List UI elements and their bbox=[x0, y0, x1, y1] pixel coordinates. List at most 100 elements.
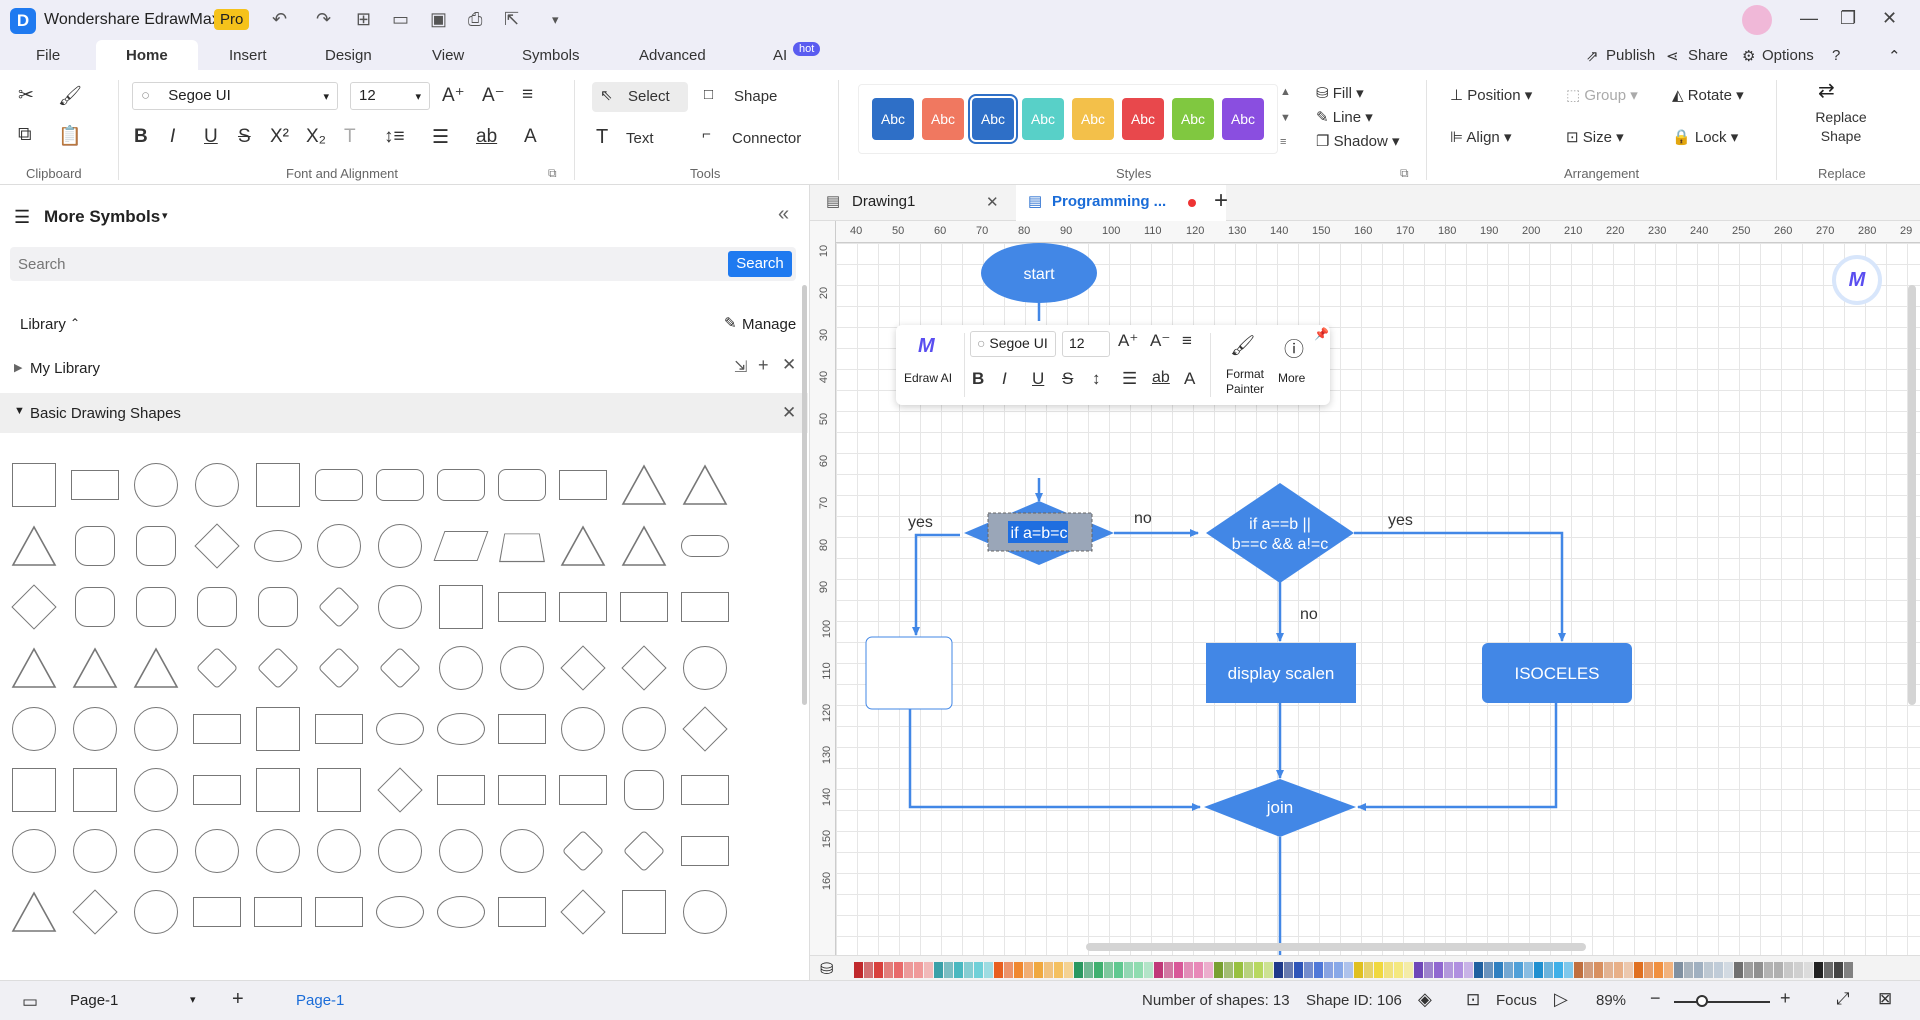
add-tab-icon[interactable]: + bbox=[1214, 187, 1228, 215]
library-shape[interactable] bbox=[378, 829, 422, 873]
menu-ai[interactable]: AI bbox=[773, 47, 787, 64]
palette-color[interactable] bbox=[1024, 962, 1033, 978]
my-library-label[interactable]: My Library bbox=[30, 360, 100, 377]
library-shape[interactable] bbox=[193, 775, 241, 805]
palette-color[interactable] bbox=[1394, 962, 1403, 978]
palette-color[interactable] bbox=[1264, 962, 1273, 978]
chevron-down-icon[interactable]: ▾ bbox=[162, 209, 168, 222]
library-shape[interactable] bbox=[683, 646, 727, 690]
user-avatar[interactable] bbox=[1742, 5, 1772, 35]
customize-quick-access-icon[interactable]: ▾ bbox=[552, 12, 559, 28]
palette-color[interactable] bbox=[854, 962, 863, 978]
palette-color[interactable] bbox=[1204, 962, 1213, 978]
library-shape[interactable] bbox=[134, 768, 178, 812]
replace-shape-button[interactable]: Replace Shape bbox=[1806, 108, 1876, 146]
gear-icon[interactable]: ⚙ bbox=[1742, 47, 1755, 65]
library-shape[interactable] bbox=[12, 707, 56, 751]
connector-left-join[interactable] bbox=[908, 708, 1201, 811]
library-shape[interactable] bbox=[681, 535, 729, 557]
share-button[interactable]: Share bbox=[1688, 47, 1728, 64]
library-shape[interactable] bbox=[258, 587, 298, 627]
palette-color[interactable] bbox=[1624, 962, 1633, 978]
palette-color[interactable] bbox=[1124, 962, 1133, 978]
palette-color[interactable] bbox=[1484, 962, 1493, 978]
float-font-select[interactable]: ○ Segoe UI bbox=[970, 331, 1056, 357]
palette-color[interactable] bbox=[1464, 962, 1473, 978]
bullet-list-icon[interactable]: ☰ bbox=[432, 126, 449, 149]
library-shape[interactable] bbox=[437, 713, 485, 745]
library-shape[interactable] bbox=[378, 646, 422, 690]
palette-color[interactable] bbox=[1384, 962, 1393, 978]
line-spacing-icon[interactable]: ↕ bbox=[1092, 369, 1101, 389]
library-shape[interactable] bbox=[378, 585, 422, 629]
connector-isosceles-join[interactable] bbox=[1357, 703, 1558, 811]
library-shape[interactable] bbox=[75, 526, 115, 566]
library-shape[interactable] bbox=[437, 469, 485, 501]
library-shape[interactable] bbox=[11, 891, 57, 933]
strikethrough-icon[interactable]: S bbox=[238, 126, 251, 148]
library-shape[interactable] bbox=[254, 897, 302, 927]
library-shape[interactable] bbox=[376, 896, 424, 928]
palette-color[interactable] bbox=[954, 962, 963, 978]
palette-color[interactable] bbox=[994, 962, 1003, 978]
palette-color[interactable] bbox=[1524, 962, 1533, 978]
decrease-font-icon[interactable]: A⁻ bbox=[482, 84, 505, 107]
palette-color[interactable] bbox=[1354, 962, 1363, 978]
library-shape[interactable] bbox=[376, 469, 424, 501]
palette-color[interactable] bbox=[1834, 962, 1843, 978]
library-shape[interactable] bbox=[197, 587, 237, 627]
import-icon[interactable]: ⇲ bbox=[734, 357, 747, 377]
library-shape[interactable] bbox=[11, 525, 57, 567]
font-size-select[interactable]: 12 ▾ bbox=[350, 82, 430, 110]
close-window-icon[interactable]: ✕ bbox=[1882, 8, 1897, 29]
library-shape[interactable] bbox=[195, 646, 239, 690]
palette-color[interactable] bbox=[964, 962, 973, 978]
line-button[interactable]: ✎ Line ▾ bbox=[1316, 108, 1373, 126]
palette-color[interactable] bbox=[1554, 962, 1563, 978]
close-icon[interactable]: ✕ bbox=[782, 403, 796, 423]
italic-icon[interactable]: I bbox=[170, 126, 175, 148]
align-text-icon[interactable]: ≡ bbox=[1182, 331, 1192, 351]
palette-color[interactable] bbox=[1404, 962, 1413, 978]
library-shape[interactable] bbox=[681, 836, 729, 866]
library-shape[interactable] bbox=[624, 770, 664, 810]
menu-view[interactable]: View bbox=[432, 47, 464, 64]
lock-button[interactable]: 🔒 Lock ▾ bbox=[1672, 128, 1738, 146]
fill-bucket-icon[interactable]: ⛁ bbox=[820, 959, 833, 979]
library-shape[interactable] bbox=[134, 707, 178, 751]
underline-icon[interactable]: U bbox=[204, 126, 218, 148]
library-shape[interactable] bbox=[72, 889, 118, 935]
replace-shape-icon[interactable]: ⇄ bbox=[1818, 78, 1835, 103]
minimize-icon[interactable]: — bbox=[1800, 8, 1818, 29]
rotate-button[interactable]: ◭ Rotate ▾ bbox=[1672, 86, 1744, 104]
library-shape[interactable] bbox=[439, 646, 483, 690]
underline-icon[interactable]: U bbox=[1032, 369, 1044, 389]
expand-dialog-icon[interactable]: ⧉ bbox=[548, 166, 557, 181]
publish-button[interactable]: Publish bbox=[1606, 47, 1655, 64]
palette-color[interactable] bbox=[1184, 962, 1193, 978]
library-shape[interactable] bbox=[437, 896, 485, 928]
palette-color[interactable] bbox=[1714, 962, 1723, 978]
palette-color[interactable] bbox=[1504, 962, 1513, 978]
palette-color[interactable] bbox=[1424, 962, 1433, 978]
save-icon[interactable]: ▣ bbox=[430, 9, 447, 30]
menu-advanced[interactable]: Advanced bbox=[639, 47, 706, 64]
add-icon[interactable]: + bbox=[758, 355, 769, 376]
full-screen-icon[interactable]: ⊠ bbox=[1878, 989, 1892, 1009]
palette-color[interactable] bbox=[1754, 962, 1763, 978]
palette-color[interactable] bbox=[1644, 962, 1653, 978]
library-shape[interactable] bbox=[315, 469, 363, 501]
library-shape[interactable] bbox=[622, 707, 666, 751]
library-shape[interactable] bbox=[73, 829, 117, 873]
paste-icon[interactable]: 📋 bbox=[58, 124, 82, 148]
chevron-right-icon[interactable]: ▶ bbox=[14, 361, 22, 374]
style-swatch[interactable]: Abc bbox=[1172, 98, 1214, 140]
palette-color[interactable] bbox=[1104, 962, 1113, 978]
increase-font-icon[interactable]: A⁺ bbox=[442, 84, 465, 107]
section-header[interactable]: ▼ Basic Drawing Shapes ✕ bbox=[0, 393, 808, 433]
palette-color[interactable] bbox=[1794, 962, 1803, 978]
palette-color[interactable] bbox=[1724, 962, 1733, 978]
library-shape[interactable] bbox=[315, 897, 363, 927]
palette-color[interactable] bbox=[974, 962, 983, 978]
palette-color[interactable] bbox=[1744, 962, 1753, 978]
